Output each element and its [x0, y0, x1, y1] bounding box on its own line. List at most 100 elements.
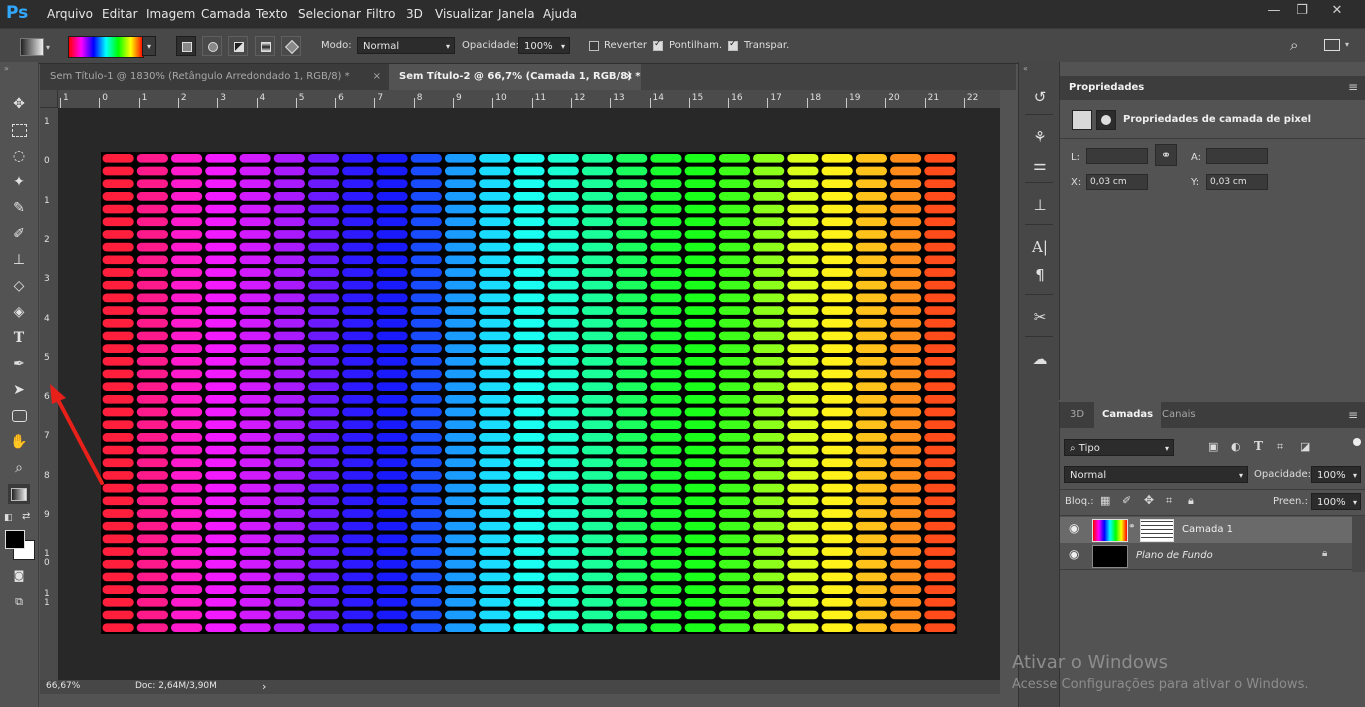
- opacity-input[interactable]: 100% ▾: [518, 37, 570, 54]
- width-field[interactable]: [1086, 148, 1148, 164]
- paragraph-icon[interactable]: ¶: [1029, 264, 1051, 286]
- path-selection-tool-icon[interactable]: ➤: [8, 380, 30, 400]
- menu-camada[interactable]: Camada: [201, 7, 251, 21]
- collapse-icon[interactable]: »: [4, 64, 9, 73]
- eye-icon[interactable]: ◉: [1069, 547, 1079, 561]
- minimize-button[interactable]: —: [1262, 3, 1286, 21]
- clone-source-icon[interactable]: ⊥: [1029, 194, 1051, 216]
- magic-wand-tool-icon[interactable]: ✦: [8, 172, 30, 192]
- fill-input[interactable]: 100% ▾: [1311, 493, 1361, 510]
- blend-mode-select[interactable]: Normal ▾: [1064, 466, 1248, 483]
- height-field[interactable]: [1206, 148, 1268, 164]
- gradient-picker[interactable]: [68, 36, 144, 58]
- search-icon[interactable]: ⌕: [1290, 36, 1298, 54]
- workspace-icon[interactable]: [1324, 39, 1340, 51]
- eye-icon[interactable]: ◉: [1069, 521, 1079, 535]
- gradient-dropdown-chevron-icon[interactable]: ▾: [142, 36, 156, 56]
- tab-camadas[interactable]: Camadas: [1094, 402, 1162, 428]
- chevron-down-icon[interactable]: ▾: [1345, 40, 1349, 49]
- panel-menu-icon[interactable]: ≡: [1348, 80, 1358, 94]
- filter-adjustment-icon[interactable]: ◐: [1231, 440, 1241, 453]
- lock-transparency-icon[interactable]: ▦: [1100, 494, 1110, 507]
- layer-opacity-input[interactable]: 100% ▾: [1311, 466, 1361, 483]
- reflected-gradient-button[interactable]: [255, 36, 275, 56]
- lock-pixels-icon[interactable]: ✐: [1122, 494, 1131, 507]
- restore-button[interactable]: ❐: [1290, 3, 1314, 21]
- tab-sem-titulo-1[interactable]: Sem Título-1 @ 1830% (Retângulo Arredond…: [40, 64, 389, 90]
- lock-position-icon[interactable]: ✥: [1144, 493, 1154, 507]
- menu-visualizar[interactable]: Visualizar: [435, 7, 493, 21]
- gradient-tool-icon[interactable]: [20, 38, 44, 56]
- filter-shape-icon[interactable]: ⌗: [1277, 440, 1283, 454]
- chevron-down-icon[interactable]: ▾: [46, 43, 50, 52]
- lasso-tool-icon[interactable]: ◌: [8, 146, 30, 166]
- quick-mask-icon[interactable]: ◙: [8, 566, 30, 586]
- lock-all-icon[interactable]: 🔒︎: [1188, 494, 1194, 508]
- eyedropper-tool-icon[interactable]: ✎: [8, 198, 30, 218]
- close-window-button[interactable]: ✕: [1325, 3, 1349, 21]
- transparency-checkbox[interactable]: [728, 39, 738, 51]
- eraser-tool-icon[interactable]: ◇: [8, 276, 30, 296]
- menu-imagem[interactable]: Imagem: [146, 7, 195, 21]
- paint-bucket-tool-icon[interactable]: ◈: [8, 302, 30, 322]
- screen-mode-icon[interactable]: ⧉: [8, 592, 30, 612]
- foreground-color-swatch[interactable]: [5, 530, 25, 549]
- menu-selecionar[interactable]: Selecionar: [298, 7, 361, 21]
- swap-colors-icon[interactable]: ⇄: [22, 511, 30, 522]
- link-icon[interactable]: ⚭: [1128, 522, 1136, 532]
- tab-canais[interactable]: Canais: [1154, 402, 1204, 428]
- expand-icon[interactable]: «: [1023, 64, 1028, 73]
- linear-gradient-button[interactable]: [176, 36, 196, 56]
- stamp-tool-icon[interactable]: ⊥: [8, 250, 30, 270]
- layer-name[interactable]: Plano de Fundo: [1136, 550, 1213, 561]
- diamond-gradient-button[interactable]: [281, 36, 301, 56]
- marquee-tool-icon[interactable]: [8, 120, 30, 140]
- libraries-icon[interactable]: ☁: [1029, 348, 1051, 370]
- character-icon[interactable]: A|: [1029, 236, 1051, 258]
- ruler-origin[interactable]: [40, 90, 58, 108]
- menu-ajuda[interactable]: Ajuda: [543, 7, 577, 21]
- layer-filter-select[interactable]: ⌕ Tipo ▾: [1064, 439, 1174, 456]
- menu-3d[interactable]: 3D: [406, 7, 423, 21]
- close-icon[interactable]: ×: [625, 64, 633, 90]
- hand-tool-icon[interactable]: ✋: [8, 432, 30, 452]
- tool-presets-icon[interactable]: ✂: [1029, 306, 1051, 328]
- y-field[interactable]: 0,03 cm: [1206, 174, 1268, 190]
- filter-toggle[interactable]: [1353, 438, 1361, 446]
- menu-janela[interactable]: Janela: [498, 7, 535, 21]
- angle-gradient-button[interactable]: [228, 36, 248, 56]
- ruler-top[interactable]: 1 0 1 2 3 4 5 6 7 8 9 10 11 12 13 14 15 16 17 18 19 20 21 22: [40, 90, 1000, 109]
- layer-name[interactable]: Camada 1: [1182, 524, 1233, 535]
- move-tool-icon[interactable]: ✥: [8, 94, 30, 114]
- x-field[interactable]: 0,03 cm: [1086, 174, 1148, 190]
- zoom-level[interactable]: 66,67%: [46, 681, 80, 691]
- layers-scrollbar[interactable]: [1352, 516, 1365, 572]
- status-menu-arrow[interactable]: ›: [262, 680, 266, 693]
- close-icon[interactable]: ×: [373, 64, 381, 90]
- mode-select[interactable]: Normal ▾: [357, 37, 455, 54]
- menu-arquivo[interactable]: Arquivo: [47, 7, 93, 21]
- type-tool-icon[interactable]: T: [8, 328, 30, 348]
- link-icon[interactable]: ⚭: [1155, 144, 1177, 166]
- tab-sem-titulo-2[interactable]: Sem Título-2 @ 66,7% (Camada 1, RGB/8) *…: [389, 64, 641, 90]
- filter-type-icon[interactable]: T: [1254, 439, 1263, 453]
- lock-artboard-icon[interactable]: ⌗: [1166, 494, 1172, 508]
- dither-checkbox[interactable]: [653, 39, 663, 51]
- tab-3d[interactable]: 3D: [1062, 402, 1092, 428]
- layer-mask-thumbnail[interactable]: [1140, 519, 1174, 542]
- brush-presets-icon[interactable]: ⚘: [1029, 126, 1051, 148]
- default-colors-icon[interactable]: ◧: [4, 513, 13, 523]
- pen-tool-icon[interactable]: ✒: [8, 354, 30, 374]
- layer-row-camada-1[interactable]: ◉ ⚭ Camada 1: [1060, 517, 1352, 543]
- shape-tool-icon[interactable]: [8, 406, 30, 426]
- history-icon[interactable]: ↺: [1029, 86, 1051, 108]
- adjustments-icon[interactable]: ⚌: [1029, 154, 1051, 176]
- layer-row-plano-de-fundo[interactable]: ◉ Plano de Fundo 🔒︎: [1060, 543, 1352, 569]
- zoom-tool-icon[interactable]: ⌕: [8, 458, 30, 478]
- lock-icon[interactable]: 🔒︎: [1322, 548, 1327, 559]
- filter-smart-object-icon[interactable]: ◪: [1300, 440, 1310, 453]
- menu-editar[interactable]: Editar: [102, 7, 138, 21]
- filter-pixel-icon[interactable]: ▣: [1208, 440, 1218, 453]
- radial-gradient-button[interactable]: [202, 36, 222, 56]
- menu-texto[interactable]: Texto: [256, 7, 288, 21]
